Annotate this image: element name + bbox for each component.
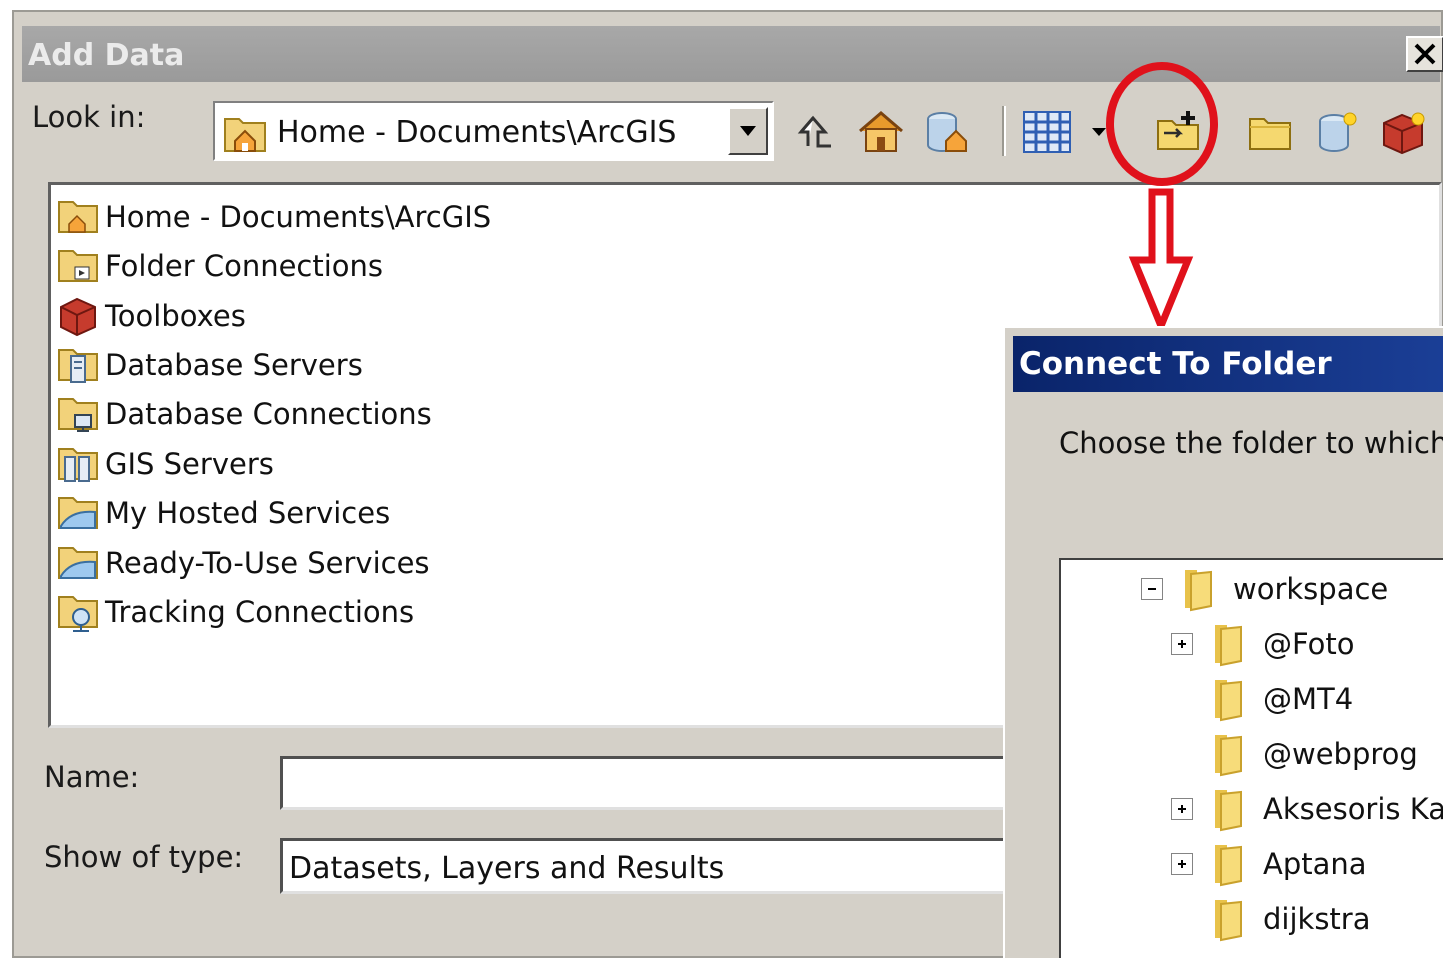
new-geodatabase-icon bbox=[1319, 112, 1357, 152]
list-item-label: Home - Documents\ArcGIS bbox=[105, 200, 492, 234]
close-icon bbox=[1414, 43, 1436, 65]
list-item[interactable]: Database Connections bbox=[57, 392, 432, 436]
tracking-connections-icon bbox=[58, 596, 98, 632]
connect-dialog-title: Connect To Folder bbox=[1019, 346, 1332, 382]
folder-icon bbox=[1215, 845, 1242, 887]
gis-servers-icon bbox=[58, 448, 98, 482]
folder-icon bbox=[1215, 625, 1242, 667]
home-folder-icon bbox=[58, 201, 98, 233]
look-in-dropdown-button[interactable] bbox=[728, 107, 768, 155]
folder-icon bbox=[1215, 735, 1242, 777]
folder-icon bbox=[1215, 680, 1242, 722]
tree-node-label: dijkstra bbox=[1263, 902, 1371, 936]
tree-node[interactable]: Aptana bbox=[1171, 839, 1367, 889]
list-item-label: Database Servers bbox=[105, 348, 363, 382]
new-toolbox-icon bbox=[1383, 112, 1425, 155]
minus-icon bbox=[1148, 588, 1156, 590]
show-of-type-dropdown[interactable]: Datasets, Layers and Results bbox=[280, 838, 1040, 894]
tree-node-label: @Foto bbox=[1263, 627, 1355, 661]
look-in-dropdown[interactable]: Home - Documents\ArcGIS bbox=[213, 101, 774, 161]
list-item[interactable]: Home - Documents\ArcGIS bbox=[57, 195, 491, 239]
up-one-level-icon bbox=[797, 115, 831, 148]
new-geodatabase-button[interactable] bbox=[1308, 104, 1366, 160]
highlight-circle bbox=[1106, 62, 1218, 186]
title-bar[interactable]: Add Data bbox=[22, 26, 1443, 82]
expand-toggle[interactable] bbox=[1171, 798, 1193, 820]
tree-node[interactable]: @webprog bbox=[1209, 729, 1418, 779]
tree-node[interactable]: @MT4 bbox=[1209, 674, 1353, 724]
up-one-level-button[interactable] bbox=[786, 104, 844, 160]
list-item-label: Folder Connections bbox=[105, 249, 384, 283]
list-item-label: Ready-To-Use Services bbox=[105, 546, 430, 580]
folder-tree[interactable]: workspace @Foto @MT4 @webprog Aksesoris Kay A… bbox=[1059, 558, 1443, 958]
expand-toggle[interactable] bbox=[1171, 633, 1193, 655]
tree-node[interactable]: workspace bbox=[1141, 564, 1389, 614]
tree-node-label: Aksesoris Kay bbox=[1263, 792, 1443, 826]
folder-connections-icon bbox=[58, 250, 98, 282]
plus-icon bbox=[1178, 640, 1186, 648]
ready-to-use-services-icon bbox=[58, 547, 98, 579]
connect-to-folder-dialog: Connect To Folder Choose the folder to w… bbox=[1003, 326, 1443, 958]
tree-node-label: @webprog bbox=[1263, 737, 1418, 771]
highlight-annotation bbox=[1106, 62, 1218, 336]
tree-node-label: workspace bbox=[1233, 572, 1389, 606]
list-item[interactable]: GIS Servers bbox=[57, 442, 274, 486]
connect-title-bar[interactable]: Connect To Folder bbox=[1013, 336, 1443, 392]
collapse-toggle[interactable] bbox=[1141, 578, 1163, 600]
home-button[interactable] bbox=[852, 104, 910, 160]
list-item[interactable]: Tracking Connections bbox=[57, 590, 414, 634]
folder-icon bbox=[1215, 790, 1242, 832]
look-in-value: Home - Documents\ArcGIS bbox=[277, 115, 677, 150]
tree-node-label: Aptana bbox=[1263, 847, 1367, 881]
toolbox-icon bbox=[60, 297, 96, 337]
database-servers-icon bbox=[58, 349, 98, 383]
database-connections-icon bbox=[58, 398, 98, 432]
dialog-title: Add Data bbox=[28, 38, 185, 73]
home-icon bbox=[859, 111, 903, 152]
new-toolbox-button[interactable] bbox=[1374, 104, 1432, 160]
down-arrow-annotation bbox=[1128, 188, 1194, 336]
list-item[interactable]: Folder Connections bbox=[57, 244, 383, 288]
look-in-label: Look in: bbox=[32, 100, 146, 134]
list-item[interactable]: Database Servers bbox=[57, 343, 363, 387]
list-item-label: Tracking Connections bbox=[105, 595, 415, 629]
tree-node-label: @MT4 bbox=[1263, 682, 1354, 716]
list-item[interactable]: Ready-To-Use Services bbox=[57, 541, 430, 585]
close-button[interactable] bbox=[1406, 36, 1443, 72]
tree-node[interactable]: @Foto bbox=[1171, 619, 1355, 669]
list-item-label: Toolboxes bbox=[105, 299, 246, 333]
list-item-label: GIS Servers bbox=[105, 447, 274, 481]
folder-icon bbox=[1215, 900, 1242, 942]
default-geodatabase-button[interactable] bbox=[918, 104, 976, 160]
default-geodatabase-icon bbox=[927, 112, 967, 152]
name-input[interactable] bbox=[280, 756, 1040, 810]
folder-icon bbox=[1185, 570, 1212, 612]
home-folder-icon bbox=[224, 118, 266, 152]
tree-node[interactable]: dijkstra bbox=[1209, 894, 1371, 944]
plus-icon bbox=[1178, 805, 1186, 813]
new-folder-button[interactable] bbox=[1242, 104, 1300, 160]
new-folder-icon bbox=[1249, 118, 1291, 150]
chevron-down-icon bbox=[740, 126, 756, 136]
hosted-services-icon bbox=[58, 497, 98, 529]
list-item-label: My Hosted Services bbox=[105, 496, 391, 530]
tree-node[interactable]: Aksesoris Kay bbox=[1171, 784, 1443, 834]
list-item[interactable]: Toolboxes bbox=[57, 294, 246, 338]
toolbar-separator bbox=[1002, 106, 1006, 156]
show-of-type-value: Datasets, Layers and Results bbox=[289, 851, 725, 886]
show-of-type-label: Show of type: bbox=[44, 840, 244, 874]
list-item-label: Database Connections bbox=[105, 397, 432, 431]
list-item[interactable]: My Hosted Services bbox=[57, 491, 390, 535]
plus-icon bbox=[1178, 860, 1186, 868]
expand-toggle[interactable] bbox=[1171, 853, 1193, 875]
connect-description: Choose the folder to which bbox=[1059, 426, 1443, 460]
name-label: Name: bbox=[44, 760, 140, 794]
